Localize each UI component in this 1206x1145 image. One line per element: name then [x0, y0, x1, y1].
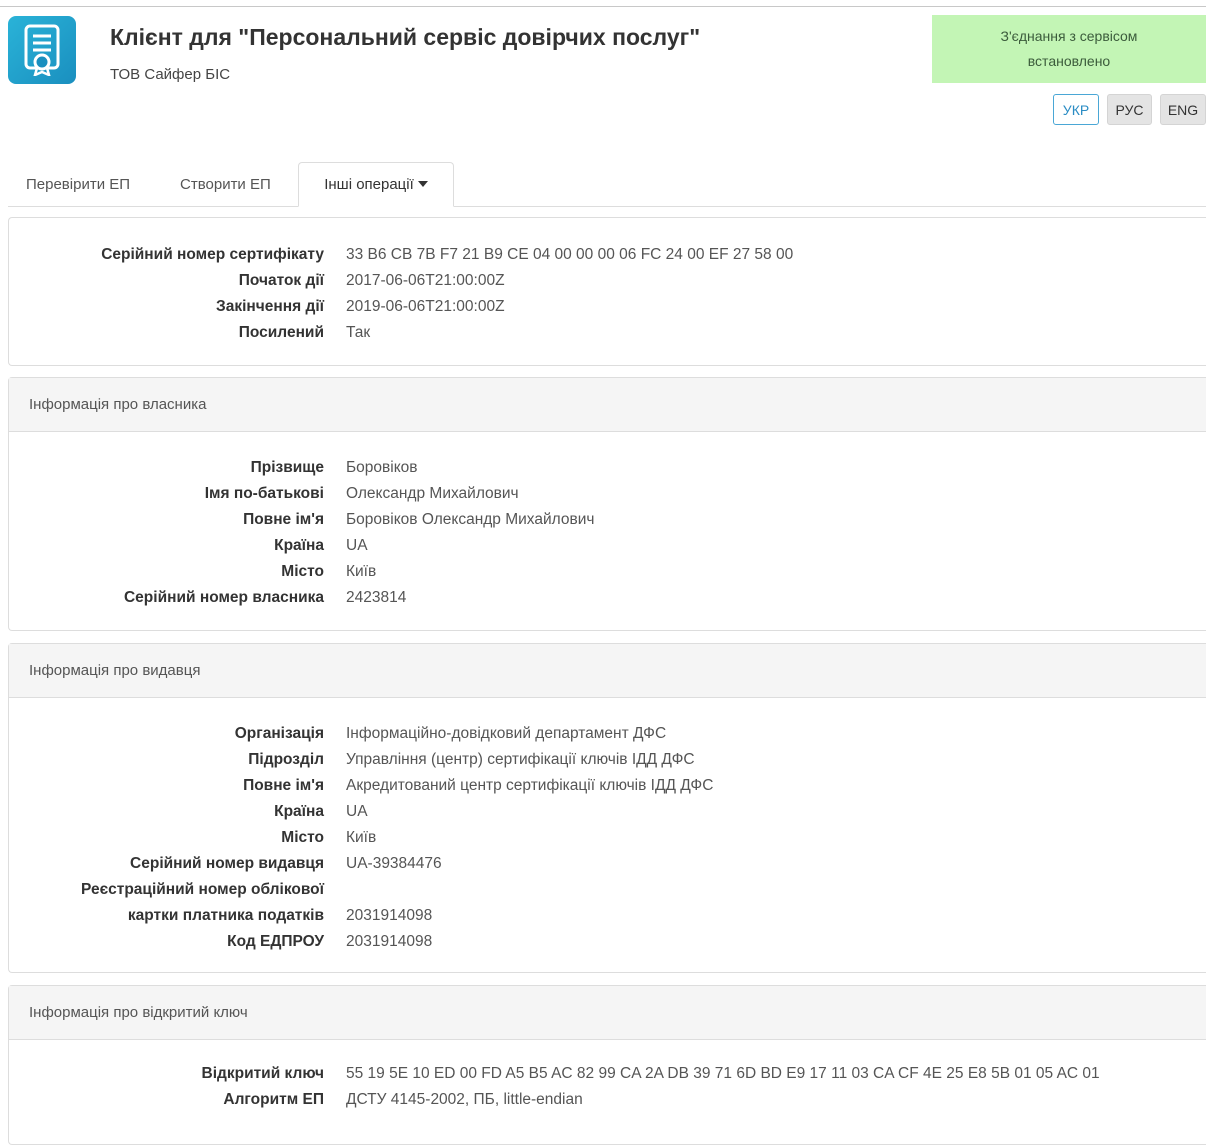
field-value: Так — [346, 324, 371, 341]
field-label: Алгоритм ЕП — [223, 1091, 324, 1108]
owner-row: Серійний номер власника 2423814 — [9, 589, 1206, 615]
field-value: Боровіков — [346, 459, 418, 476]
owner-panel-heading: Інформація про власника — [9, 378, 1206, 432]
owner-row: Прізвище Боровіков — [9, 459, 1206, 485]
field-label: Країна — [274, 537, 324, 554]
company-name: ТОВ Сайфер БІС — [110, 66, 231, 83]
field-value: 33 B6 CB 7B F7 21 B9 CE 04 00 00 00 06 F… — [346, 246, 794, 263]
field-label: Серійний номер видавця — [130, 855, 324, 872]
issuer-row: Організація Інформаційно-довідковий депа… — [9, 725, 1206, 751]
public-key-panel-heading: Інформація про відкритий ключ — [9, 986, 1206, 1040]
field-label: картки платника податків — [127, 907, 324, 924]
owner-row: Імя по-батькові Олександр Михайлович — [9, 485, 1206, 511]
cert-row: Початок дії 2017-06-06T21:00:00Z — [9, 272, 1206, 298]
app-title: Клієнт для "Персональний сервіс довірчих… — [110, 24, 701, 50]
connection-status-badge: З'єднання з сервісом встановлено — [932, 15, 1206, 83]
field-label: Повне ім'я — [243, 511, 324, 528]
tab-other-label: Інші операції — [324, 176, 414, 193]
public-key-row: Алгоритм ЕП ДСТУ 4145-2002, ПБ, little-e… — [9, 1091, 1206, 1117]
cert-row: Закінчення дії 2019-06-06T21:00:00Z — [9, 298, 1206, 324]
issuer-row: Реєстраційний номер облікової — [9, 881, 1206, 907]
tab-verify-signature[interactable]: Перевірити ЕП — [26, 162, 130, 207]
issuer-row: Країна UA — [9, 803, 1206, 829]
field-value: Київ — [346, 563, 377, 580]
issuer-panel-heading: Інформація про видавця — [9, 644, 1206, 698]
field-label: Країна — [274, 803, 324, 820]
field-value: 2031914098 — [346, 907, 433, 924]
field-label: Реєстраційний номер облікової — [81, 881, 324, 898]
issuer-panel: Інформація про видавця Організація Інфор… — [8, 643, 1206, 973]
field-value: Олександр Михайлович — [346, 485, 519, 502]
field-label: Прізвище — [250, 459, 324, 476]
field-label: Місто — [281, 829, 324, 846]
field-label: Початок дії — [238, 272, 324, 289]
field-value: Боровіков Олександр Михайлович — [346, 511, 595, 528]
app-logo — [8, 16, 76, 84]
field-label: Повне ім'я — [243, 777, 324, 794]
issuer-row: картки платника податків 2031914098 — [9, 907, 1206, 933]
field-label: Посилений — [238, 324, 324, 341]
field-value: Управління (центр) сертифікації ключів І… — [346, 751, 695, 768]
field-value: 2031914098 — [346, 933, 433, 950]
field-value: Акредитований центр сертифікації ключів … — [346, 777, 714, 794]
lang-eng-button[interactable]: ENG — [1160, 94, 1206, 125]
field-label: Серійний номер власника — [123, 589, 324, 606]
top-border — [0, 6, 1206, 7]
field-value: UA — [346, 803, 368, 820]
certificate-panel: Серійний номер сертифікату 33 B6 CB 7B F… — [8, 217, 1206, 366]
issuer-row: Підрозділ Управління (центр) сертифікаці… — [9, 751, 1206, 777]
public-key-panel: Інформація про відкритий ключ Відкритий … — [8, 985, 1206, 1145]
field-label: Підрозділ — [248, 751, 324, 768]
field-label: Організація — [234, 725, 324, 742]
caret-down-icon — [417, 180, 428, 187]
field-value: UA-39384476 — [346, 855, 442, 872]
field-value: 2019-06-06T21:00:00Z — [346, 298, 505, 315]
owner-row: Країна UA — [9, 537, 1206, 563]
lang-ukr-button[interactable]: УКР — [1053, 94, 1099, 125]
field-label: Закінчення дії — [216, 298, 324, 315]
field-value: Інформаційно-довідковий департамент ДФС — [346, 725, 667, 742]
connection-status-text: З'єднання з сервісом встановлено — [1000, 28, 1138, 69]
owner-panel: Інформація про власника Прізвище Боровік… — [8, 377, 1206, 631]
certificate-icon — [24, 24, 60, 76]
lang-rus-button[interactable]: РУС — [1107, 94, 1152, 125]
field-value: 55 19 5E 10 ED 00 FD A5 B5 AC 82 99 CA 2… — [346, 1065, 1100, 1082]
field-label: Відкритий ключ — [201, 1065, 325, 1082]
field-label: Імя по-батькові — [204, 485, 324, 502]
field-label: Код ЕДПРОУ — [227, 933, 324, 950]
field-value: UA — [346, 537, 368, 554]
field-value: Київ — [346, 829, 377, 846]
field-label: Серійний номер сертифікату — [101, 246, 324, 263]
field-label: Місто — [281, 563, 324, 580]
issuer-row: Повне ім'я Акредитований центр сертифіка… — [9, 777, 1206, 803]
issuer-row: Код ЕДПРОУ 2031914098 — [9, 933, 1206, 959]
tab-create-signature[interactable]: Створити ЕП — [180, 162, 271, 207]
public-key-row: Відкритий ключ 55 19 5E 10 ED 00 FD A5 B… — [9, 1065, 1206, 1091]
tab-other-operations[interactable]: Інші операції — [298, 162, 454, 207]
issuer-row: Серійний номер видавця UA-39384476 — [9, 855, 1206, 881]
owner-row: Повне ім'я Боровіков Олександр Михайлови… — [9, 511, 1206, 537]
issuer-row: Місто Київ — [9, 829, 1206, 855]
field-value: ДСТУ 4145-2002, ПБ, little-endian — [346, 1091, 583, 1108]
owner-row: Місто Київ — [9, 563, 1206, 589]
cert-row: Посилений Так — [9, 324, 1206, 350]
cert-row: Серійний номер сертифікату 33 B6 CB 7B F… — [9, 246, 1206, 272]
field-value: 2017-06-06T21:00:00Z — [346, 272, 505, 289]
field-value: 2423814 — [346, 589, 407, 606]
